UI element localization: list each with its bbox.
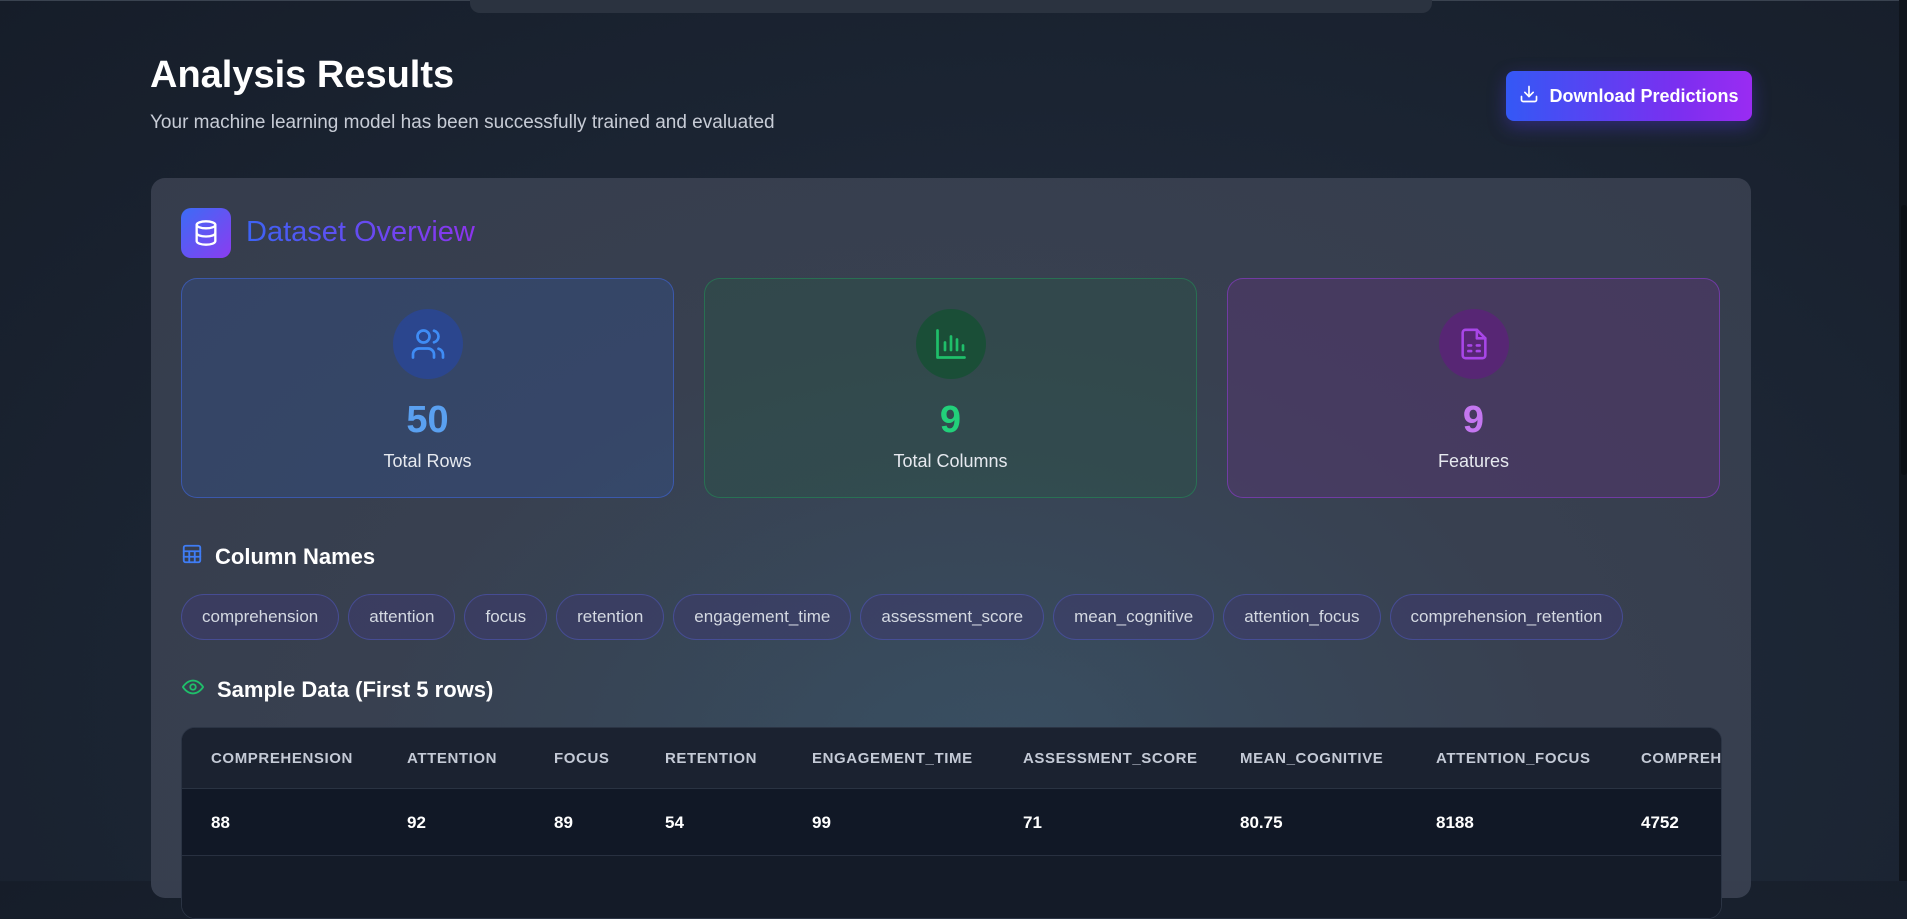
sample-data-heading: Sample Data (First 5 rows) xyxy=(181,676,493,704)
sample-data-label: Sample Data (First 5 rows) xyxy=(217,677,494,702)
column-chip[interactable]: comprehension xyxy=(181,594,340,640)
eye-icon xyxy=(181,676,205,704)
column-header: FOCUS xyxy=(554,750,610,767)
table-cell: 54 xyxy=(665,813,684,832)
sample-data-table[interactable]: COMPREHENSION ATTENTION FOCUS RETENTION … xyxy=(181,727,1722,919)
stat-card-total-rows: 50 Total Rows xyxy=(181,278,674,498)
table-cell: 80.75 xyxy=(1240,813,1283,832)
column-header: ENGAGEMENT_TIME xyxy=(812,750,973,767)
table-row xyxy=(182,856,1721,918)
stat-value: 9 xyxy=(1462,399,1485,441)
column-chip[interactable]: assessment_score xyxy=(860,594,1045,640)
stat-label: Total Rows xyxy=(383,451,472,471)
dataset-overview-panel: Dataset Overview 50 Total Rows 9 Total C… xyxy=(151,178,1751,919)
column-chip[interactable]: retention xyxy=(556,594,665,640)
table-header-row: COMPREHENSION ATTENTION FOCUS RETENTION … xyxy=(182,728,1721,789)
column-header: COMPREHENSION_RETENTION xyxy=(1641,750,1722,767)
table-row: 88 92 89 54 99 71 80.75 8188 4752 xyxy=(182,789,1721,856)
column-chip[interactable]: attention xyxy=(348,594,456,640)
column-chip[interactable]: mean_cognitive xyxy=(1053,594,1215,640)
column-header: ATTENTION xyxy=(407,750,498,767)
database-icon xyxy=(181,208,231,258)
table-cell: 8188 xyxy=(1436,813,1474,832)
column-header: RETENTION xyxy=(665,750,758,767)
table-cell: 89 xyxy=(554,813,573,832)
top-navigation-bar xyxy=(470,0,1432,13)
column-chip[interactable]: focus xyxy=(464,594,548,640)
page-title: Analysis Results xyxy=(150,54,455,96)
file-spreadsheet-icon xyxy=(1439,309,1509,379)
column-header: ASSESSMENT_SCORE xyxy=(1023,750,1198,767)
column-chip-list: comprehension attention focus retention … xyxy=(181,594,1624,640)
table-grid-icon xyxy=(181,543,203,571)
column-chip[interactable]: engagement_time xyxy=(673,594,852,640)
stat-label: Total Columns xyxy=(893,451,1008,471)
column-chip[interactable]: attention_focus xyxy=(1223,594,1381,640)
column-header: ATTENTION_FOCUS xyxy=(1436,750,1591,767)
download-button-label: Download Predictions xyxy=(1549,85,1739,106)
table-cell: 99 xyxy=(812,813,831,832)
stat-card-features: 9 Features xyxy=(1227,278,1720,498)
users-icon xyxy=(393,309,463,379)
table-cell: 4752 xyxy=(1641,813,1679,832)
column-names-label: Column Names xyxy=(215,544,376,569)
table-cell: 88 xyxy=(211,813,230,832)
section-title: Dataset Overview xyxy=(246,216,475,248)
page-scrollbar[interactable] xyxy=(1899,0,1907,881)
download-predictions-button[interactable]: Download Predictions xyxy=(1506,71,1752,121)
bar-chart-icon xyxy=(916,309,986,379)
column-names-heading: Column Names xyxy=(181,543,375,571)
column-chip[interactable]: comprehension_retention xyxy=(1389,594,1624,640)
page-subtitle: Your machine learning model has been suc… xyxy=(150,112,775,133)
stat-value: 50 xyxy=(406,399,449,441)
stat-label: Features xyxy=(1437,451,1510,471)
column-header: MEAN_COGNITIVE xyxy=(1240,750,1384,767)
column-header: COMPREHENSION xyxy=(211,750,353,767)
table-cell: 92 xyxy=(407,813,426,832)
table-cell: 71 xyxy=(1023,813,1042,832)
scrollbar-thumb[interactable] xyxy=(1901,205,1907,475)
stat-card-total-columns: 9 Total Columns xyxy=(704,278,1197,498)
download-icon xyxy=(1519,84,1539,109)
stat-value: 9 xyxy=(939,399,962,441)
